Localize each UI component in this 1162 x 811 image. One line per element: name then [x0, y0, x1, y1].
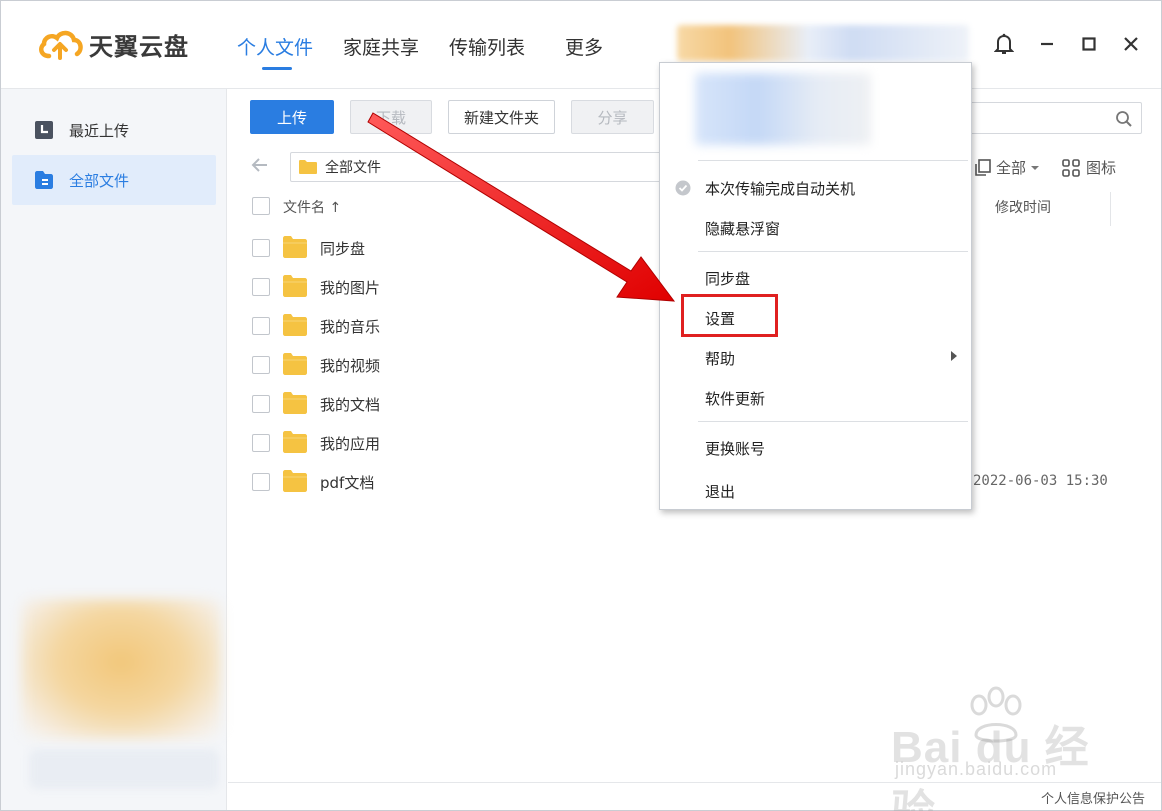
- file-name[interactable]: 我的视频: [320, 355, 380, 376]
- menu-item-help[interactable]: 帮助: [705, 348, 735, 369]
- minimize-icon[interactable]: [1034, 31, 1060, 57]
- row-checkbox[interactable]: [252, 278, 270, 296]
- menu-item-hide-float-window[interactable]: 隐藏悬浮窗: [705, 218, 780, 239]
- sidebar-item-label: 最近上传: [69, 121, 130, 140]
- search-input[interactable]: [970, 102, 1142, 134]
- chevron-down-icon[interactable]: [1030, 164, 1040, 172]
- sidebar: 最近上传 全部文件: [1, 89, 227, 810]
- row-checkbox[interactable]: [252, 239, 270, 257]
- check-circle-icon: [675, 180, 691, 196]
- file-name[interactable]: 同步盘: [320, 238, 365, 259]
- promo-banner-blurred[interactable]: [21, 599, 221, 739]
- menu-item-sync-disk[interactable]: 同步盘: [705, 268, 750, 289]
- new-folder-button[interactable]: 新建文件夹: [448, 100, 555, 134]
- folder-icon: [283, 470, 307, 492]
- menu-item-software-update[interactable]: 软件更新: [705, 388, 765, 409]
- filter-dropdown[interactable]: 全部: [996, 157, 1026, 178]
- menu-item-switch-account[interactable]: 更换账号: [705, 438, 765, 459]
- submenu-arrow-icon: [951, 351, 957, 361]
- account-card-blurred[interactable]: [695, 73, 871, 145]
- title-bar: 天翼云盘 个人文件 家庭共享 传输列表 更多: [1, 1, 1161, 89]
- search-icon[interactable]: [1115, 110, 1133, 128]
- sidebar-item-recent-upload[interactable]: 最近上传: [12, 105, 216, 155]
- row-checkbox[interactable]: [252, 473, 270, 491]
- menu-item-exit[interactable]: 退出: [705, 481, 735, 502]
- maximize-icon[interactable]: [1076, 31, 1102, 57]
- folder-icon: [283, 353, 307, 375]
- file-name[interactable]: 我的音乐: [320, 316, 380, 337]
- sidebar-item-all-files[interactable]: 全部文件: [12, 155, 216, 205]
- back-arrow-icon[interactable]: [250, 155, 274, 179]
- upload-button[interactable]: 上传: [250, 100, 334, 134]
- file-modified-time: 2022-06-03 15:30: [973, 473, 1108, 489]
- menu-divider: [698, 421, 968, 422]
- view-controls: 全部 图标: [974, 157, 1120, 178]
- row-checkbox[interactable]: [252, 356, 270, 374]
- folder-icon: [283, 236, 307, 258]
- top-nav: 个人文件 家庭共享 传输列表 更多: [237, 33, 633, 70]
- row-checkbox[interactable]: [252, 434, 270, 452]
- row-checkbox[interactable]: [252, 395, 270, 413]
- file-name[interactable]: pdf文档: [320, 472, 374, 493]
- download-button[interactable]: 下载: [350, 100, 432, 134]
- folder-icon: [299, 160, 317, 174]
- bell-icon[interactable]: [991, 31, 1017, 57]
- tab-family-share[interactable]: 家庭共享: [343, 33, 419, 60]
- column-header-name[interactable]: 文件名 ↑: [283, 197, 341, 217]
- file-name[interactable]: 我的文档: [320, 394, 380, 415]
- app-logo: 天翼云盘: [37, 27, 189, 62]
- menu-item-auto-shutdown[interactable]: 本次传输完成自动关机: [705, 178, 855, 199]
- watermark-url: jingyan.baidu.com: [895, 759, 1058, 779]
- recent-upload-icon: [35, 121, 53, 139]
- view-mode-label[interactable]: 图标: [1086, 157, 1116, 178]
- toolbar: 上传 下载 新建文件夹 分享: [250, 100, 670, 134]
- column-divider[interactable]: [1110, 192, 1111, 226]
- account-dropdown-menu: 本次传输完成自动关机 隐藏悬浮窗 同步盘 设置 帮助 软件更新 更换账号 退出: [659, 62, 972, 510]
- tab-personal-files[interactable]: 个人文件: [237, 33, 313, 70]
- account-info-blurred[interactable]: [677, 25, 969, 61]
- path-current: 全部文件: [325, 160, 381, 176]
- folder-icon: [283, 314, 307, 336]
- folder-icon: [283, 392, 307, 414]
- close-icon[interactable]: [1118, 31, 1144, 57]
- baidu-jingyan-watermark: Bai du 经验 jingyan.baidu.com: [883, 685, 1123, 811]
- folder-icon: [283, 431, 307, 453]
- settings-highlight-box: [681, 294, 778, 337]
- tab-transfer-list[interactable]: 传输列表: [449, 33, 525, 60]
- sidebar-item-label: 全部文件: [69, 171, 130, 190]
- folder-icon: [283, 275, 307, 297]
- select-all-checkbox[interactable]: [252, 197, 270, 215]
- path-field[interactable]: 全部文件: [290, 152, 670, 182]
- cloud-logo-icon: [39, 30, 83, 60]
- breadcrumb: 全部文件: [250, 152, 670, 182]
- menu-divider: [698, 251, 968, 252]
- grid-view-icon[interactable]: [1062, 158, 1080, 177]
- column-header-time[interactable]: 修改时间: [995, 197, 1051, 217]
- app-name: 天翼云盘: [89, 33, 189, 61]
- app-window: 天翼云盘 个人文件 家庭共享 传输列表 更多 最近上传 全部文件 上传 下载 新…: [0, 0, 1162, 811]
- file-name[interactable]: 我的应用: [320, 433, 380, 454]
- menu-divider: [698, 160, 968, 161]
- all-files-icon: [35, 171, 53, 189]
- storage-info-blurred: [29, 749, 219, 789]
- tab-more[interactable]: 更多: [565, 33, 603, 60]
- copy-filter-icon: [975, 158, 991, 176]
- file-name[interactable]: 我的图片: [320, 277, 380, 298]
- share-button[interactable]: 分享: [571, 100, 654, 134]
- row-checkbox[interactable]: [252, 317, 270, 335]
